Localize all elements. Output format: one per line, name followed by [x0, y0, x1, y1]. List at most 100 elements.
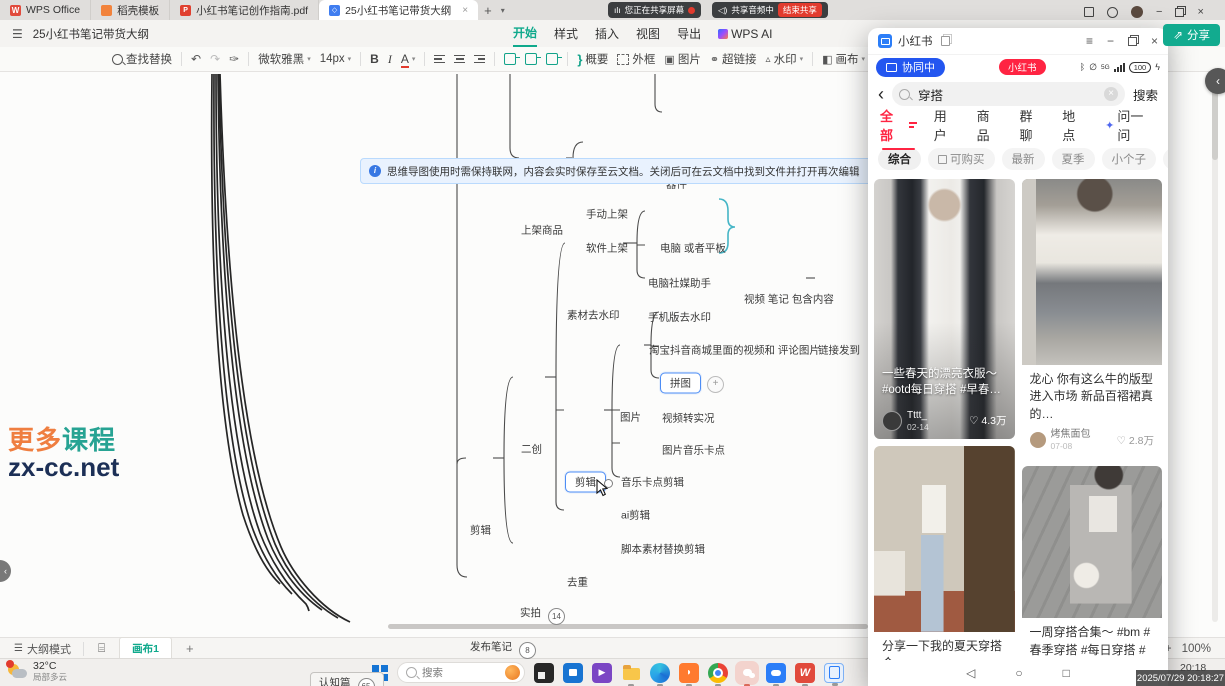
wps-office-icon[interactable]: W: [795, 663, 815, 683]
nav-recents-button[interactable]: □: [1063, 666, 1070, 680]
duplicate-window-icon[interactable]: [941, 36, 950, 46]
mindmap-node[interactable]: 手机版去水印: [648, 310, 711, 325]
edge-browser-icon[interactable]: [650, 663, 670, 683]
result-tab-地点[interactable]: 地点: [1062, 106, 1088, 144]
feed-card[interactable]: 一周穿搭合集～ #bm #春季穿搭 #每日穿搭 #日…: [1022, 466, 1163, 660]
microsoft-store-icon[interactable]: [563, 663, 583, 683]
vertical-scrollbar[interactable]: [1212, 88, 1218, 160]
mindmap-node[interactable]: 剪辑: [470, 523, 491, 538]
result-tab-用户[interactable]: 用户: [934, 106, 960, 144]
back-button[interactable]: ‹: [878, 85, 884, 103]
mindmap-node[interactable]: ai剪辑: [621, 508, 650, 523]
result-tab-群聊[interactable]: 群聊: [1019, 106, 1045, 144]
font-color-button[interactable]: A▾: [401, 52, 416, 66]
search-input[interactable]: [916, 86, 1098, 102]
insert-topic-button[interactable]: [504, 53, 516, 65]
hamburger-menu-icon[interactable]: ☰: [12, 27, 23, 41]
result-tab-商品[interactable]: 商品: [977, 106, 1003, 144]
widget-icon[interactable]: [1084, 7, 1094, 17]
feed-card[interactable]: 一些春天的漂亮衣服～ #ootd每日穿搭 #早春…Tttt_02-14♡ 4.3…: [874, 179, 1015, 439]
phone-mirror-icon[interactable]: [824, 663, 844, 683]
menu-item-导出[interactable]: 导出: [677, 21, 701, 46]
close-button[interactable]: ×: [1197, 7, 1203, 18]
phone-minimize-button[interactable]: −: [1107, 34, 1114, 48]
align-right-button[interactable]: [474, 55, 485, 64]
minimize-button[interactable]: −: [1156, 7, 1162, 18]
bold-button[interactable]: B: [370, 52, 379, 66]
author-name[interactable]: Tttt_02-14: [907, 410, 929, 432]
phone-close-button[interactable]: ×: [1151, 34, 1158, 48]
mindmap-node[interactable]: 电脑 或者平板: [660, 241, 726, 256]
author-avatar[interactable]: [1030, 432, 1046, 448]
mindmap-node[interactable]: 淘宝抖音商城里面的视频和 评论图片: [649, 343, 820, 358]
mindmap-node[interactable]: 实拍14: [520, 605, 565, 625]
filter-chip-小个子[interactable]: 小个子: [1102, 148, 1157, 170]
filter-chip-最新[interactable]: 最新: [1002, 148, 1045, 170]
video-app-icon[interactable]: ◗: [679, 663, 699, 683]
result-tab-问一问[interactable]: ✦问一问: [1105, 106, 1156, 144]
phone-restore-button[interactable]: [1128, 37, 1137, 46]
insert-image-button[interactable]: ▣图片: [664, 51, 700, 67]
clear-search-icon[interactable]: ×: [1104, 87, 1118, 101]
file-explorer-icon[interactable]: [621, 663, 641, 683]
phone-window-titlebar[interactable]: 小红书 ≡ − ×: [868, 28, 1168, 55]
mindmap-node[interactable]: 图片音乐卡点: [662, 443, 725, 458]
mindmap-node[interactable]: 链接发到: [818, 343, 860, 358]
tab-list-chevron-icon[interactable]: ▾: [498, 0, 508, 20]
phone-menu-icon[interactable]: ≡: [1086, 34, 1093, 48]
wechat-icon[interactable]: [737, 663, 757, 683]
filter-chip-综合[interactable]: 综合: [878, 148, 921, 170]
mindmap-node[interactable]: 软件上架: [586, 241, 628, 256]
chrome-browser-icon[interactable]: [708, 663, 728, 683]
document-tab[interactable]: P小红书笔记创作指南.pdf: [170, 0, 319, 20]
mindmap-node[interactable]: 发布笔记8: [470, 639, 536, 659]
mindmap-node[interactable]: 图片: [620, 410, 641, 425]
mindmap-node[interactable]: 脚本素材替换剪辑: [621, 542, 705, 557]
menu-item-开始[interactable]: 开始: [513, 20, 537, 47]
cloud-app-icon[interactable]: [766, 663, 786, 683]
mindmap-node[interactable]: 电脑社媒助手: [648, 276, 711, 291]
summary-button[interactable]: }概要: [577, 51, 608, 67]
like-count[interactable]: ♡ 4.3万: [969, 413, 1006, 428]
horizontal-scrollbar[interactable]: [388, 624, 868, 629]
tab-close-icon[interactable]: ×: [462, 5, 468, 16]
align-center-button[interactable]: [454, 55, 465, 64]
share-button[interactable]: ⇗ 分享: [1163, 24, 1220, 46]
nav-home-button[interactable]: ○: [1015, 666, 1022, 680]
menu-item-WPS AI[interactable]: WPS AI: [718, 23, 772, 45]
globe-icon[interactable]: [1107, 7, 1118, 18]
mindmap-node[interactable]: 音乐卡点剪辑: [621, 475, 684, 490]
user-avatar[interactable]: [1131, 6, 1143, 18]
mindmap-node[interactable]: 去重: [567, 575, 588, 590]
font-size-select[interactable]: 14px▾: [320, 53, 351, 65]
filter-chip-韩里韩气[interactable]: 韩里韩气: [1163, 148, 1168, 170]
search-box[interactable]: ×: [892, 82, 1125, 106]
author-avatar[interactable]: [882, 411, 902, 431]
add-child-node-button[interactable]: +: [707, 376, 724, 393]
feed-card[interactable]: 分享一下我的夏天穿搭合: [874, 446, 1015, 660]
stop-share-button[interactable]: 结束共享: [778, 3, 822, 17]
mindmap-node[interactable]: 素材去水印: [567, 308, 620, 323]
nav-back-button[interactable]: ◁: [966, 666, 975, 680]
result-tab-全部[interactable]: 全部: [880, 106, 917, 144]
feed-card[interactable]: 龙心 你有这么牛的版型进入市场 新品百褶裙真的…烤焦面包07-08♡ 2.8万: [1022, 179, 1163, 459]
layers-icon[interactable]: ⌸: [98, 641, 105, 656]
add-canvas-button[interactable]: +: [186, 641, 194, 656]
italic-button[interactable]: I: [388, 52, 392, 67]
like-count[interactable]: ♡ 2.8万: [1117, 433, 1154, 448]
watermark-button[interactable]: ▵水印▾: [766, 51, 804, 67]
document-tab[interactable]: 稻壳模板: [91, 0, 170, 20]
outline-mode-button[interactable]: ☰大纲模式: [14, 641, 71, 657]
undo-button[interactable]: ↶: [191, 52, 201, 66]
insert-subtopic-button[interactable]: [525, 53, 537, 65]
format-painter-button[interactable]: ✑: [229, 52, 239, 66]
menu-item-视图[interactable]: 视图: [636, 21, 660, 46]
mindmap-node[interactable]: 认知篇65: [310, 672, 384, 686]
new-tab-button[interactable]: +: [478, 0, 498, 20]
insert-parent-topic-button[interactable]: [546, 53, 558, 65]
restore-button[interactable]: [1175, 8, 1184, 17]
mindmap-node[interactable]: 视频 笔记 包含内容: [744, 292, 834, 307]
mindmap-node[interactable]: 拼图: [660, 373, 701, 394]
document-tab[interactable]: ◇25小红书笔记带货大纲×: [319, 0, 478, 20]
canvas-style-button[interactable]: ◧画布▾: [822, 51, 865, 67]
